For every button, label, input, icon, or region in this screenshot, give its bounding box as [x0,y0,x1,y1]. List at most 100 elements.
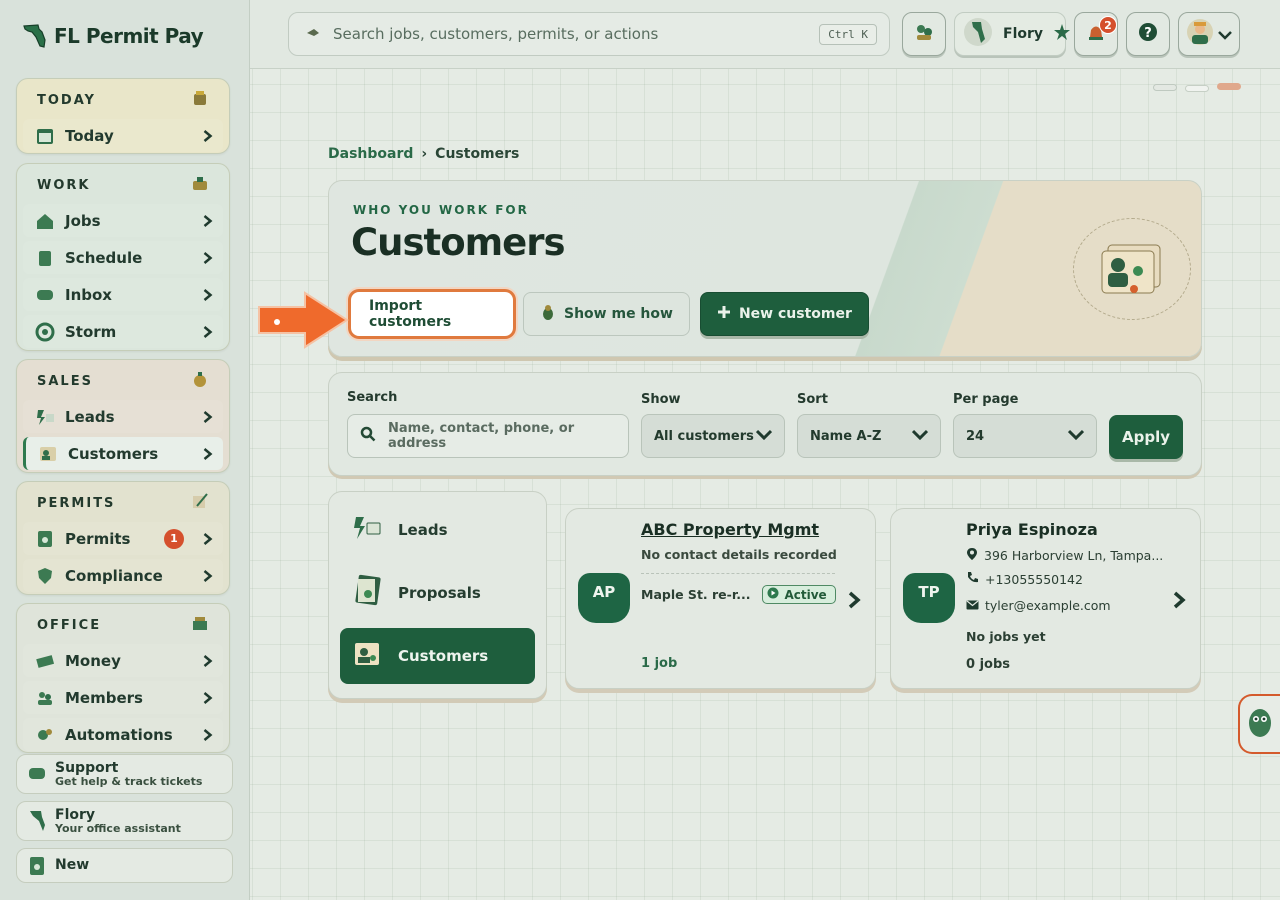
status-label: Active [784,587,827,602]
chevron-right-icon [203,251,213,264]
jobs-note: No jobs yet [966,629,1046,644]
nav-group-permits: PERMITS Permits 1 Compliance [16,481,230,595]
show-me-how-button[interactable]: Show me how [523,292,690,336]
help-button[interactable]: ? [1126,12,1170,56]
new-button[interactable]: New [16,848,233,883]
flory-assistant-button[interactable]: Flory Your office assistant [16,801,233,841]
global-search-input[interactable]: Search jobs, customers, permits, or acti… [288,12,890,56]
customer-phone-row: +13055550142 [966,571,1083,587]
sidebar-item-label: Storm [65,322,117,341]
sidebar-item-today[interactable]: Today [23,119,223,152]
filters-panel: Search Name, contact, phone, or address … [328,372,1202,476]
brand-name: FL Permit Pay [54,24,204,48]
chevron-down-icon [911,429,929,444]
show-label: Show [641,392,681,407]
customer-name[interactable]: ABC Property Mgmt [641,520,819,539]
customer-email: tyler@example.com [985,598,1111,613]
contact-card-icon [38,444,58,464]
global-search-placeholder: Search jobs, customers, permits, or acti… [333,25,659,43]
sidebar-item-jobs[interactable]: Jobs [23,204,223,237]
brand[interactable]: FL Permit Pay [22,22,204,50]
assistant-switcher[interactable]: Flory [954,12,1071,56]
nav-group-title: OFFICE [37,617,102,633]
per-page-select[interactable]: 24 [953,414,1097,458]
sort-label: Sort [797,392,828,407]
breadcrumb-dashboard-link[interactable]: Dashboard [328,146,413,162]
clipboard-icon [35,248,55,268]
customer-search-input[interactable]: Name, contact, phone, or address [347,414,629,458]
sidebar-item-label: Today [65,126,114,145]
contact-cards-icon [1101,244,1161,294]
team-button[interactable] [902,12,946,56]
page-header: WHO YOU WORK FOR Customers Import custom… [328,180,1202,357]
nav-group-work: WORK Jobs Schedule Inbox Storm [16,163,230,351]
chevron-right-icon[interactable] [1172,591,1186,613]
page-title: Customers [351,221,566,264]
chevron-down-icon [1067,429,1085,444]
cash-register-icon [191,614,209,636]
user-menu-button[interactable] [1178,12,1240,56]
tab-leads[interactable]: Leads [340,502,535,558]
svg-text:?: ? [1144,26,1152,41]
notifications-button[interactable]: 2 [1074,12,1118,56]
gears-icon [35,725,55,745]
new-customer-button[interactable]: New customer [699,292,869,336]
sidebar-item-label: Leads [65,407,115,426]
chevron-right-icon [203,325,213,338]
page-eyebrow: WHO YOU WORK FOR [353,203,529,217]
show-select[interactable]: All customers [641,414,785,458]
money-bag-icon [191,370,209,392]
nav-group-title: SALES [37,373,93,389]
signing-icon [191,492,209,514]
nav-group-title: PERMITS [37,495,116,511]
breadcrumb: Dashboard › Customers [328,146,519,162]
job-count: 0 jobs [966,657,1011,672]
nav-group-title: WORK [37,177,91,193]
sidebar-item-automations[interactable]: Automations [23,718,223,751]
sidebar-item-label: Customers [68,444,159,463]
support-button[interactable]: Support Get help & track tickets [16,754,233,794]
shortcut-hint: Ctrl K [819,23,877,45]
tab-customers[interactable]: Customers [340,628,535,684]
permit-document-icon [35,529,55,549]
proposal-document-icon [352,574,382,612]
sidebar-item-storm[interactable]: Storm [23,315,223,348]
apply-filters-button[interactable]: Apply [1109,415,1183,459]
chevron-right-icon [203,129,213,142]
customer-job-row[interactable]: Maple St. re-r... Active [641,585,836,604]
sidebar-item-schedule[interactable]: Schedule [23,241,223,274]
sidebar-item-label: Members [65,688,143,707]
customer-address: 396 Harborview Ln, Tampa... [984,548,1164,563]
cup-icon [191,89,209,111]
location-pin-icon [966,547,978,564]
sidebar-item-customers[interactable]: Customers [23,437,223,470]
sidebar-item-label: Money [65,651,121,670]
permits-count-badge: 1 [164,528,184,549]
tab-proposals[interactable]: Proposals [340,565,535,621]
sidebar-item-members[interactable]: Members [23,681,223,714]
per-page-value: 24 [966,428,985,444]
customer-name[interactable]: Priya Espinoza [966,520,1098,539]
sort-select[interactable]: Name A-Z [797,414,941,458]
sidebar-item-permits[interactable]: Permits 1 [23,522,223,555]
chevron-right-icon[interactable] [847,591,861,613]
customer-card[interactable]: TP Priya Espinoza 396 Harborview Ln, Tam… [890,508,1201,689]
nav-group-sales: SALES Leads Customers [16,359,230,473]
chat-bubble-icon [27,764,47,784]
chevron-right-icon [203,532,213,545]
tutorial-arrow-icon [255,289,351,351]
sidebar-item-leads[interactable]: Leads [23,400,223,433]
customer-card[interactable]: AP ABC Property Mgmt No contact details … [565,508,876,689]
mascot-icon [540,303,556,325]
customer-email-row: tyler@example.com [966,598,1111,613]
chat-icon [35,285,55,305]
support-subtitle: Get help & track tickets [55,774,203,788]
lead-card-icon [35,407,55,427]
sidebar-item-compliance[interactable]: Compliance [23,559,223,592]
import-customers-button[interactable]: Import customers [351,292,513,336]
sidebar-item-money[interactable]: Money [23,644,223,677]
flory-floating-button[interactable] [1238,694,1280,754]
sidebar-item-inbox[interactable]: Inbox [23,278,223,311]
chevron-right-icon [203,447,213,460]
new-customer-label: New customer [738,306,852,322]
